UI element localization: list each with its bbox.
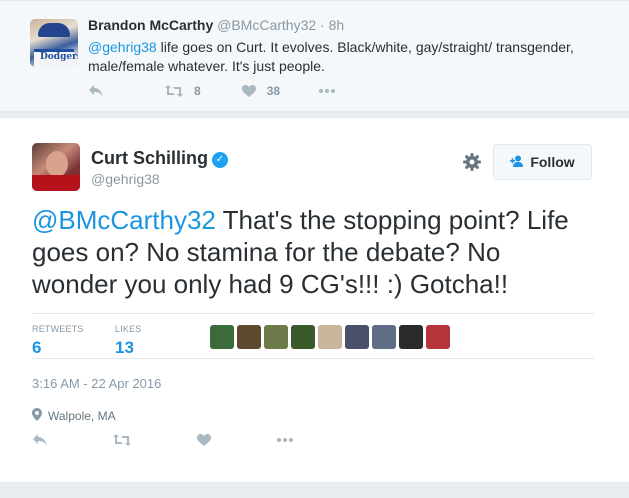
reply-time[interactable]: 8h xyxy=(329,17,345,33)
tweet-text: @BMcCarthy32 That's the stopping point? … xyxy=(32,204,592,300)
reply-mention-link[interactable]: @gehrig38 xyxy=(88,39,157,55)
reply-header: Brandon McCarthy @BMcCarthy32 · 8h xyxy=(88,17,344,33)
verified-badge-icon: ✓ xyxy=(212,151,228,168)
liker-avatar[interactable] xyxy=(318,325,342,349)
reply-like-count: 38 xyxy=(266,84,281,98)
retweet-icon[interactable] xyxy=(112,433,132,447)
liker-avatar[interactable] xyxy=(399,325,423,349)
divider xyxy=(32,313,594,314)
main-tweet: Curt Schilling ✓ @gehrig38 Follow @BMcCar… xyxy=(0,117,629,483)
likes-label: LIKES xyxy=(115,324,142,334)
divider xyxy=(32,358,594,359)
more-icon[interactable] xyxy=(276,437,294,443)
liker-avatar[interactable] xyxy=(372,325,396,349)
liker-avatar[interactable] xyxy=(237,325,261,349)
heart-icon[interactable] xyxy=(196,433,212,447)
reply-text-body: life goes on Curt. It evolves. Black/whi… xyxy=(88,39,574,74)
retweets-stat[interactable]: RETWEETS 6 xyxy=(32,324,84,358)
timeline-background xyxy=(0,483,629,498)
likes-count: 13 xyxy=(115,338,134,357)
liker-avatar[interactable] xyxy=(210,325,234,349)
retweets-label: RETWEETS xyxy=(32,324,84,334)
reply-text: @gehrig38 life goes on Curt. It evolves.… xyxy=(88,38,608,76)
reply-icon[interactable] xyxy=(32,433,48,447)
add-user-icon xyxy=(510,155,524,170)
reply-author-handle[interactable]: @BMcCarthy32 xyxy=(217,17,316,33)
liker-avatar[interactable] xyxy=(291,325,315,349)
heart-icon xyxy=(241,85,256,97)
likes-stat[interactable]: LIKES 13 xyxy=(115,324,142,358)
liker-avatar[interactable] xyxy=(345,325,369,349)
author-handle[interactable]: @gehrig38 xyxy=(91,171,228,187)
follow-button-label: Follow xyxy=(530,154,575,170)
tweet-location[interactable]: Walpole, MA xyxy=(32,408,116,424)
retweets-count: 6 xyxy=(32,338,42,357)
reply-actions: 8 38 xyxy=(88,84,336,98)
author-block: Curt Schilling ✓ @gehrig38 xyxy=(91,148,228,187)
liker-avatars xyxy=(210,325,453,349)
tweet-timestamp[interactable]: 3:16 AM - 22 Apr 2016 xyxy=(32,376,161,391)
more-icon[interactable] xyxy=(318,88,336,94)
retweet-icon xyxy=(165,85,183,97)
retweet-button[interactable]: 8 xyxy=(164,84,201,98)
liker-avatar[interactable] xyxy=(426,325,450,349)
reply-author-name[interactable]: Brandon McCarthy xyxy=(88,17,213,33)
gear-icon[interactable] xyxy=(462,152,482,178)
reply-retweet-count: 8 xyxy=(194,84,201,98)
map-pin-icon xyxy=(32,408,42,424)
main-avatar[interactable] xyxy=(32,143,80,191)
like-button[interactable]: 38 xyxy=(241,84,280,98)
reply-separator: · xyxy=(320,17,325,33)
tweet-actions xyxy=(32,433,294,447)
location-label: Walpole, MA xyxy=(48,409,116,423)
reply-avatar[interactable]: Dodgers xyxy=(30,19,78,67)
author-name[interactable]: Curt Schilling xyxy=(91,148,208,169)
liker-avatar[interactable] xyxy=(264,325,288,349)
follow-button[interactable]: Follow xyxy=(493,144,592,180)
tweet-mention-link[interactable]: @BMcCarthy32 xyxy=(32,205,216,235)
reply-tweet[interactable]: Dodgers Brandon McCarthy @BMcCarthy32 · … xyxy=(0,0,629,112)
reply-icon[interactable] xyxy=(88,84,104,98)
